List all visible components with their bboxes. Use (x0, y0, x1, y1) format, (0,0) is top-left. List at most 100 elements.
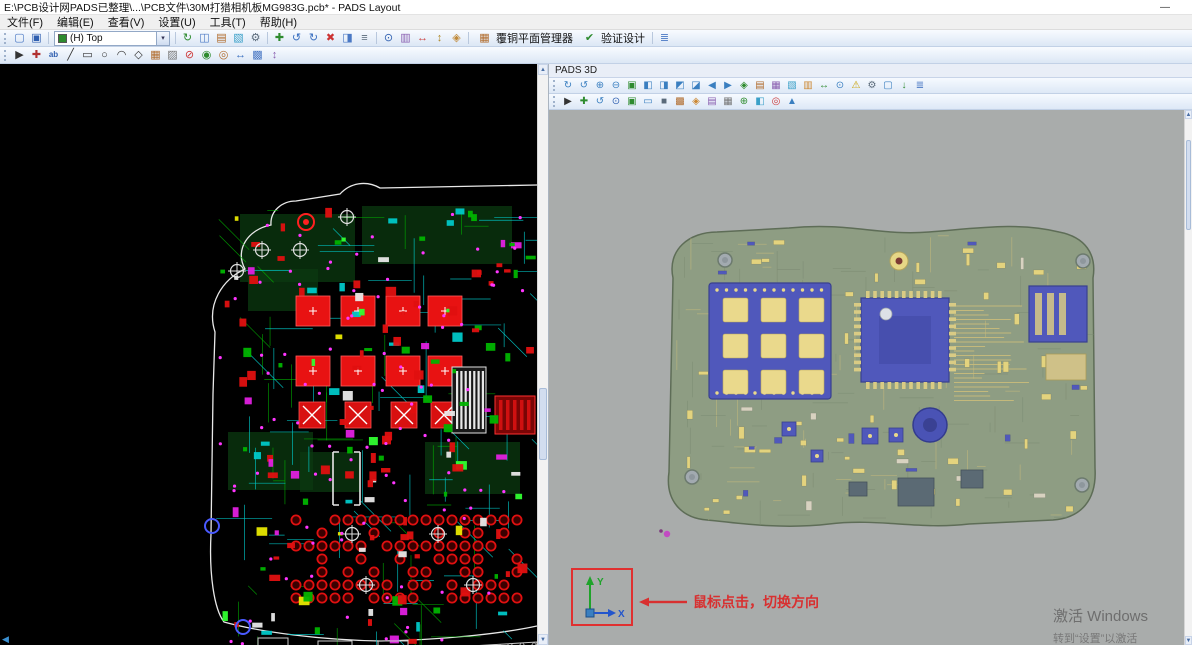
delete-icon[interactable]: ✖ (322, 31, 339, 46)
scrollbar-track[interactable] (1185, 119, 1192, 636)
rotate-view-icon[interactable]: ↻ (560, 79, 576, 93)
verify-design-button[interactable]: ✔ 验证设计 (577, 31, 649, 46)
chevron-down-icon[interactable]: ▾ (156, 31, 169, 45)
select-arrow-icon[interactable]: ▶ (11, 48, 28, 63)
select-3d-icon[interactable]: ▶ (560, 95, 576, 109)
measure-icon[interactable]: ↔ (232, 48, 249, 63)
menu-item-4[interactable]: 工具(T) (203, 14, 253, 30)
board-fit-icon[interactable]: ▥ (397, 31, 414, 46)
options-gear-icon[interactable]: ⚙ (247, 31, 264, 46)
scrollbar-thumb[interactable] (1186, 139, 1191, 230)
line-tool-icon[interactable]: ╱ (62, 48, 79, 63)
scroll-down-icon[interactable]: ▼ (538, 634, 548, 645)
window-cascade-icon[interactable]: ◫ (196, 31, 213, 46)
photo-view-icon[interactable]: ▧ (230, 31, 247, 46)
toolbar-grip[interactable] (553, 80, 556, 91)
design-toolbar-icon[interactable]: ▤ (213, 31, 230, 46)
new-file-icon[interactable]: ▢ (11, 31, 28, 46)
realistic-mode-icon[interactable]: ▩ (672, 95, 688, 109)
vertical-scrollbar-2d[interactable]: ▲ ▼ (537, 64, 548, 645)
show-components-icon[interactable]: ▦ (768, 79, 784, 93)
scroll-up-icon[interactable]: ▲ (538, 64, 548, 75)
keepout-icon[interactable]: ⊘ (181, 48, 198, 63)
copy-icon[interactable]: ◨ (339, 31, 356, 46)
menu-item-1[interactable]: 编辑(E) (50, 14, 101, 30)
copper-plane-manager-button[interactable]: ▦ 覆铜平面管理器 (472, 31, 577, 46)
scroll-left-icon[interactable]: ◀ (2, 634, 9, 645)
axis-indicator[interactable]: Y X (574, 571, 630, 623)
grid-3d-icon[interactable]: ▦ (720, 95, 736, 109)
help-topics-icon[interactable]: ≣ (656, 31, 673, 46)
save-icon[interactable]: ▣ (28, 31, 45, 46)
export-3d-icon[interactable]: ↓ (896, 79, 912, 93)
circle-tool-icon[interactable]: ○ (96, 48, 113, 63)
redraw-icon[interactable]: ↻ (179, 31, 196, 46)
view-right-icon[interactable]: ▶ (720, 79, 736, 93)
text-label-icon[interactable]: ab (45, 48, 62, 63)
route-mode-icon[interactable]: ↔ (414, 31, 431, 46)
view-front-icon[interactable]: ◧ (640, 79, 656, 93)
scroll-down-icon[interactable]: ▼ (1185, 636, 1192, 645)
settings-3d-gear-icon[interactable]: ⚙ (864, 79, 880, 93)
via-tool-icon[interactable]: ◉ (198, 48, 215, 63)
orbit-icon[interactable]: ↺ (592, 95, 608, 109)
zoom-icon[interactable]: ⊙ (380, 31, 397, 46)
copper-pour-icon[interactable]: ▦ (147, 48, 164, 63)
toolbar-grip[interactable] (553, 96, 556, 107)
cross-section-icon[interactable]: ▥ (800, 79, 816, 93)
dimension-icon[interactable]: ↕ (431, 31, 448, 46)
explode-view-icon[interactable]: ◈ (688, 95, 704, 109)
wireframe-icon[interactable]: ▭ (640, 95, 656, 109)
zoom-3d-icon[interactable]: ⊙ (608, 95, 624, 109)
solid-mode-icon[interactable]: ■ (656, 95, 672, 109)
pcb-3d-viewport[interactable]: Y X 鼠标点击，切换方向 激活 Windows 转到“设置”以激活 (549, 110, 1184, 645)
probe-icon[interactable]: ⊙ (832, 79, 848, 93)
axes-toggle-icon[interactable]: ⊕ (736, 95, 752, 109)
minimize-button[interactable]: — (1154, 2, 1176, 13)
menu-item-3[interactable]: 设置(U) (151, 14, 202, 30)
zoom-out-icon[interactable]: ⊖ (608, 79, 624, 93)
scrollbar-track[interactable] (538, 75, 548, 634)
move-icon[interactable]: ✚ (271, 31, 288, 46)
hatch-pour-icon[interactable]: ▨ (164, 48, 181, 63)
eco-mode-icon[interactable]: ◈ (448, 31, 465, 46)
zoom-fit-icon[interactable]: ▣ (624, 79, 640, 93)
measure-3d-icon[interactable]: ↔ (816, 79, 832, 93)
redo-icon[interactable]: ↻ (305, 31, 322, 46)
arc-tool-icon[interactable]: ◠ (113, 48, 130, 63)
scrollbar-thumb[interactable] (539, 388, 547, 461)
zoom-in-icon[interactable]: ⊕ (592, 79, 608, 93)
fit-3d-icon[interactable]: ▣ (624, 95, 640, 109)
menu-item-0[interactable]: 文件(F) (0, 14, 50, 30)
undo-icon[interactable]: ↺ (288, 31, 305, 46)
dim-leader-icon[interactable]: ↕ (266, 48, 283, 63)
jumper-tool-icon[interactable]: ◎ (215, 48, 232, 63)
background-toggle-icon[interactable]: ◧ (752, 95, 768, 109)
warning-icon[interactable]: ⚠ (848, 79, 864, 93)
view-top-icon[interactable]: ◩ (672, 79, 688, 93)
transparency-icon[interactable]: ▧ (784, 79, 800, 93)
pan-3d-icon[interactable]: ✚ (576, 95, 592, 109)
help-3d-icon[interactable]: ≣ (912, 79, 928, 93)
toolbar-grip[interactable] (4, 32, 7, 44)
scroll-up-icon[interactable]: ▲ (1185, 110, 1192, 119)
view-bottom-icon[interactable]: ◪ (688, 79, 704, 93)
menu-item-2[interactable]: 查看(V) (101, 14, 152, 30)
spin-view-icon[interactable]: ↺ (576, 79, 592, 93)
properties-icon[interactable]: ≡ (356, 31, 373, 46)
layer-stack-icon[interactable]: ▤ (704, 95, 720, 109)
view-back-icon[interactable]: ◨ (656, 79, 672, 93)
array-tool-icon[interactable]: ▩ (249, 48, 266, 63)
view-iso-icon[interactable]: ◈ (736, 79, 752, 93)
drafting-cross-icon[interactable]: ✚ (28, 48, 45, 63)
menu-item-5[interactable]: 帮助(H) (253, 14, 304, 30)
home-view-icon[interactable]: ▲ (784, 95, 800, 109)
snap-toggle-icon[interactable]: ◎ (768, 95, 784, 109)
toolbar-grip[interactable] (4, 49, 7, 61)
snapshot-icon[interactable]: ▢ (880, 79, 896, 93)
polygon-tool-icon[interactable]: ◇ (130, 48, 147, 63)
pcb-2d-canvas[interactable]: ◀ (0, 64, 537, 645)
view-left-icon[interactable]: ◀ (704, 79, 720, 93)
rectangle-tool-icon[interactable]: ▭ (79, 48, 96, 63)
layer-dropdown[interactable]: (H) Top ▾ (54, 30, 170, 46)
